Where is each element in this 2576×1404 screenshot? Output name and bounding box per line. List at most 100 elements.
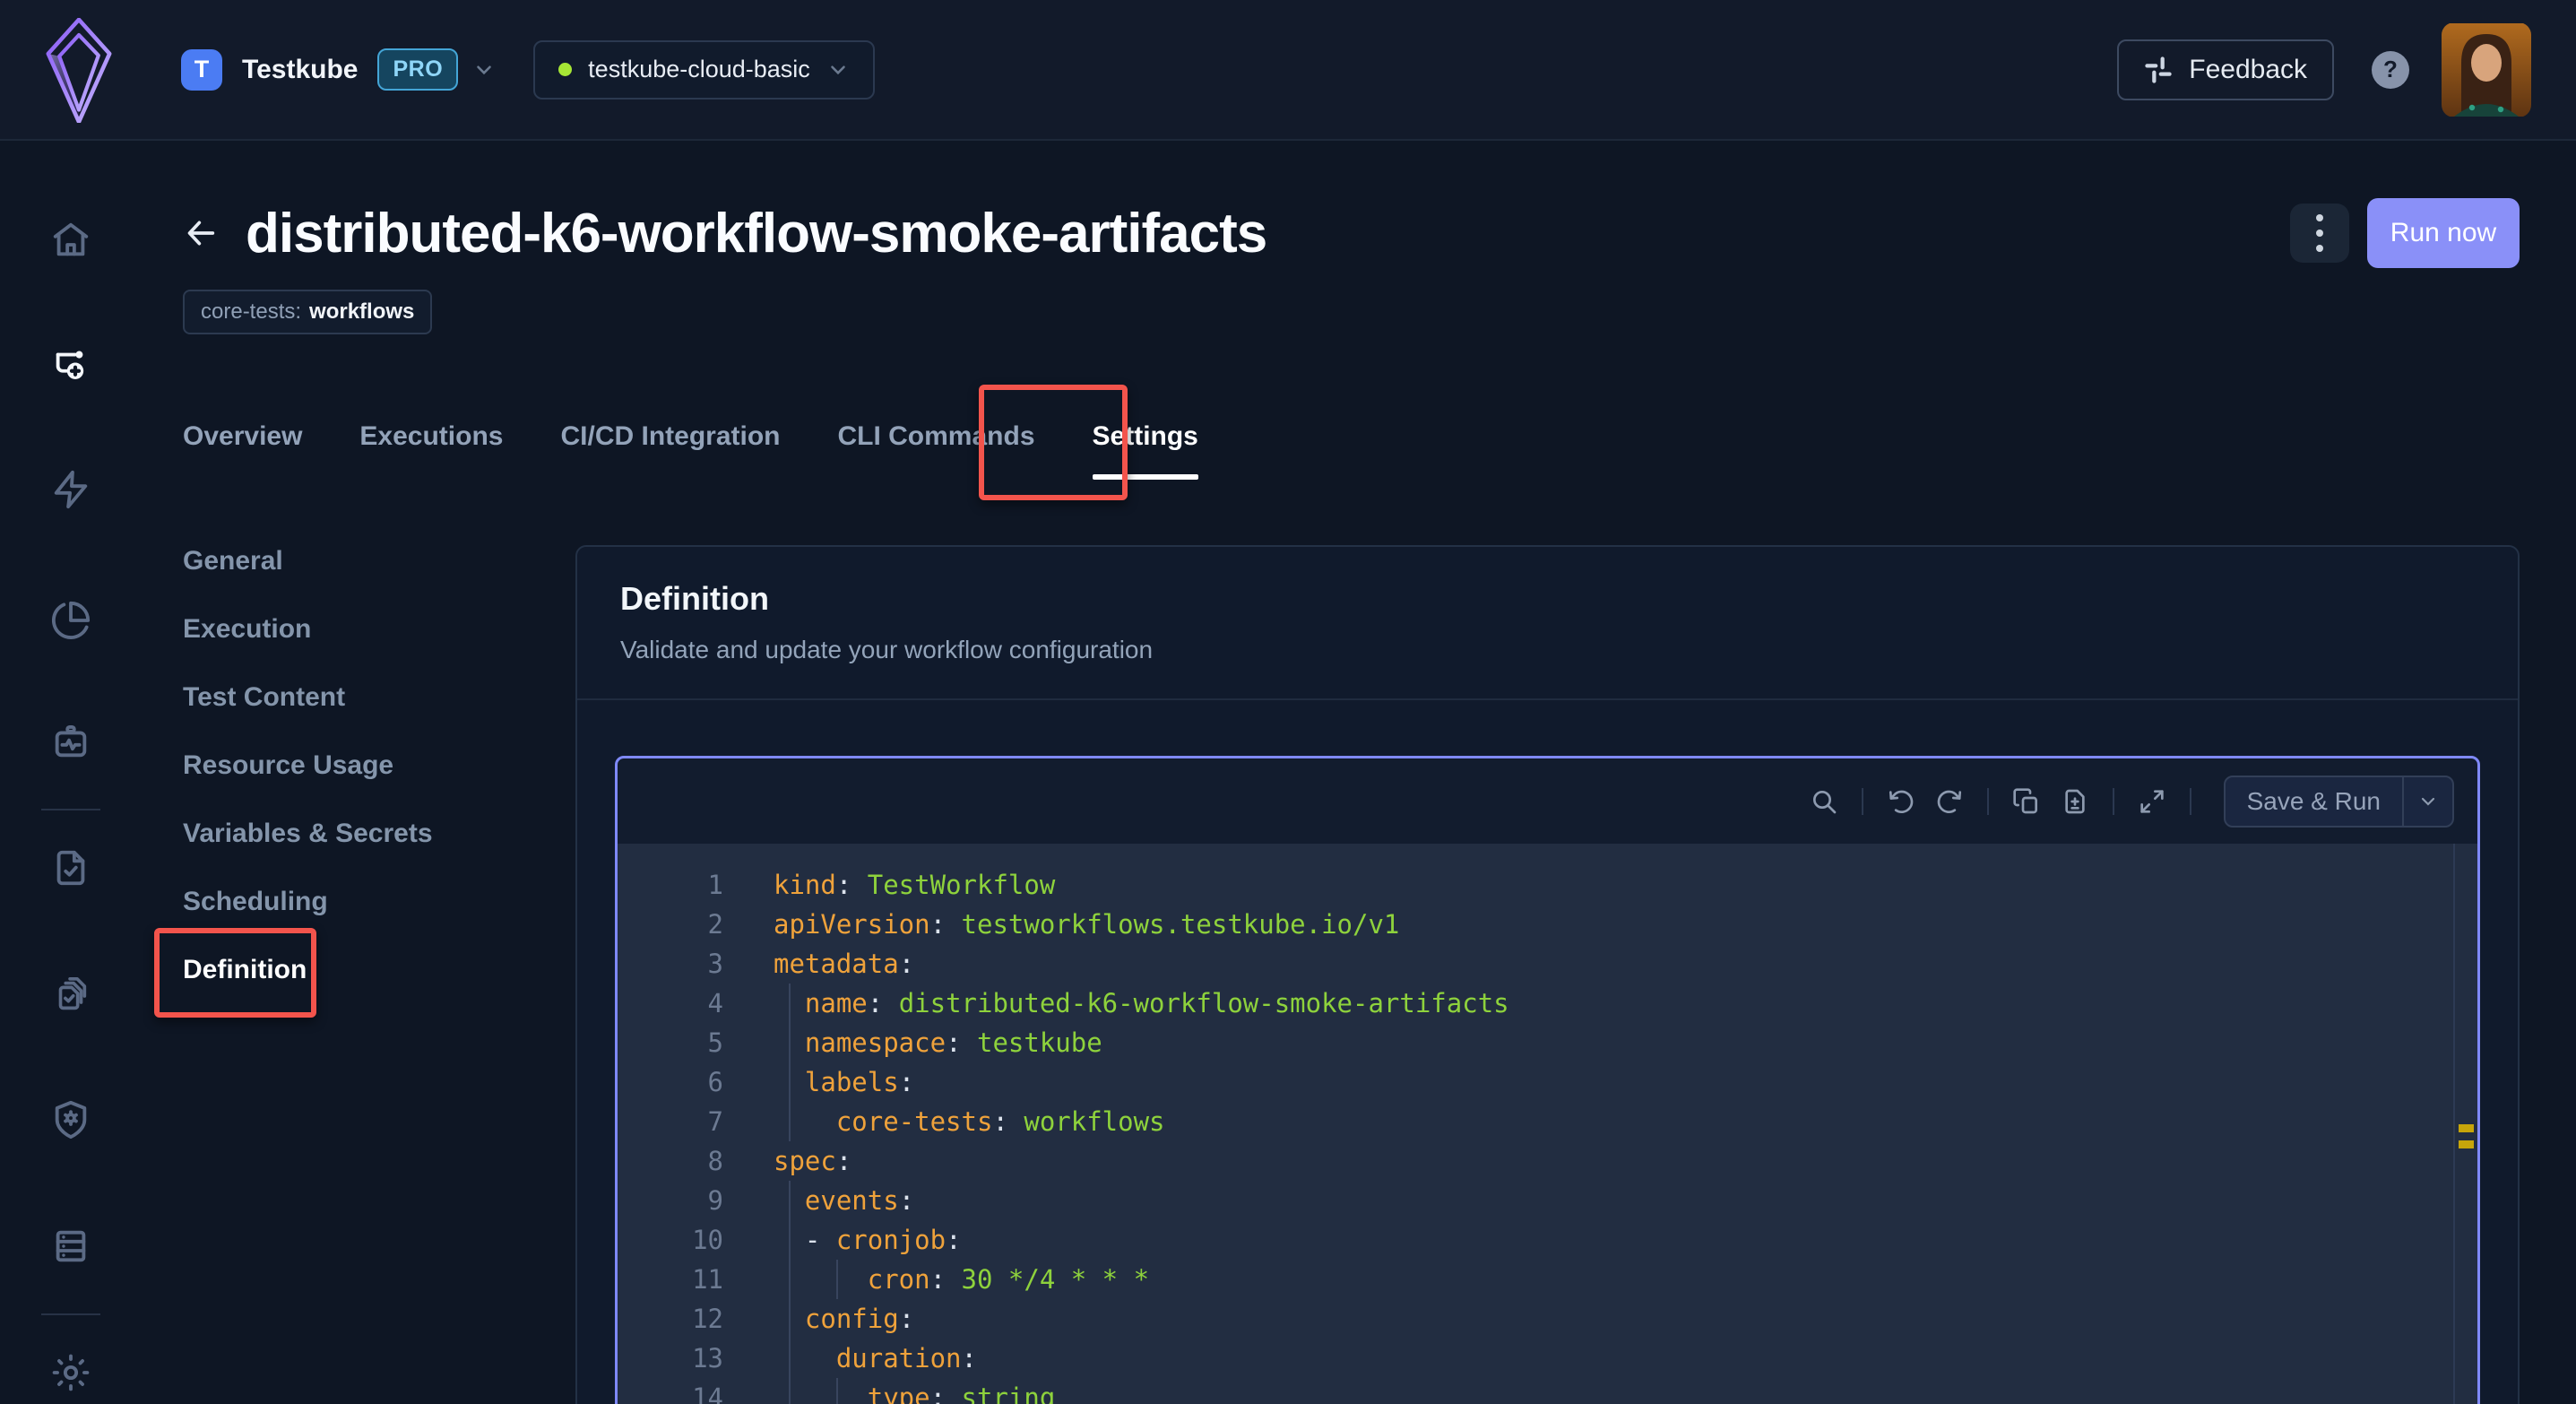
definition-card-header: Definition Validate and update your work…: [577, 547, 2518, 700]
definition-card: Definition Validate and update your work…: [575, 545, 2520, 1404]
kebab-menu-icon: [2316, 214, 2323, 221]
chevron-down-icon: [472, 58, 496, 82]
sidebar-item-runner[interactable]: [50, 721, 91, 762]
subnav-item-general[interactable]: General: [183, 527, 575, 595]
indent-guide: [789, 1220, 791, 1260]
copy-icon[interactable]: [2012, 787, 2041, 816]
sidebar-item-tests[interactable]: [50, 847, 91, 888]
sidebar-item-settings[interactable]: [50, 1352, 91, 1393]
undo-icon[interactable]: [1887, 787, 1915, 816]
labels-row: core-tests: workflows: [183, 290, 2576, 334]
fullscreen-icon[interactable]: [2138, 787, 2166, 816]
sidebar-item-insights[interactable]: [50, 600, 91, 641]
sidebar-item-home[interactable]: [50, 220, 91, 261]
code-line-12: 12 config:: [618, 1299, 2477, 1339]
testkube-app: T Testkube PRO testkube-cloud-basic Feed…: [0, 0, 2576, 1404]
subnav-item-definition[interactable]: Definition: [183, 936, 575, 1004]
line-content: - cronjob:: [723, 1220, 962, 1260]
sidebar-item-services[interactable]: [50, 1226, 91, 1267]
tab-overview[interactable]: Overview: [183, 420, 302, 474]
line-number: 14: [618, 1378, 723, 1404]
code-line-7: 7 core-tests: workflows: [618, 1102, 2477, 1141]
line-content: cron: 30 */4 * * *: [723, 1260, 1149, 1299]
toolbar-divider: [2190, 788, 2191, 815]
sidebar-item-triggers[interactable]: [50, 469, 91, 510]
plan-badge: PRO: [377, 48, 458, 91]
sidebar-item-webhooks[interactable]: [50, 1099, 91, 1140]
title-row: distributed-k6-workflow-smoke-artifacts …: [183, 198, 2520, 268]
indent-guide: [836, 1378, 838, 1404]
monitor-health-icon: [50, 721, 91, 762]
tab-ci-cd-integration[interactable]: CI/CD Integration: [560, 420, 780, 474]
back-button[interactable]: [183, 215, 219, 251]
code-line-5: 5 namespace: testkube: [618, 1023, 2477, 1062]
editor-minimap-scrollbar[interactable]: [2453, 844, 2477, 1404]
line-number: 13: [618, 1339, 723, 1378]
indent-guide: [789, 1260, 791, 1299]
indent-guide: [789, 1023, 791, 1062]
yaml-editor: Save & Run 1kind: TestWorkflow2apiVersio…: [615, 756, 2480, 1404]
search-icon[interactable]: [1810, 787, 1838, 816]
environment-selector[interactable]: testkube-cloud-basic: [533, 40, 875, 100]
tabs: Overview Executions CI/CD Integration CLI C…: [183, 420, 2576, 474]
indent-guide: [789, 1062, 791, 1102]
line-content: duration:: [723, 1339, 977, 1378]
line-number: 2: [618, 905, 723, 944]
sidebar-item-test-suites[interactable]: [50, 975, 91, 1016]
tab-settings[interactable]: Settings: [1093, 420, 1198, 474]
settings-subnav: GeneralExecutionTest ContentResource Usa…: [141, 527, 575, 1004]
line-content: name: distributed-k6-workflow-smoke-arti…: [723, 984, 1509, 1023]
more-actions-button[interactable]: [2290, 204, 2349, 263]
env-name: testkube-cloud-basic: [588, 56, 810, 83]
indent-guide: [789, 1181, 791, 1220]
code-line-14: 14 type: string: [618, 1378, 2477, 1404]
editor-toolbar: Save & Run: [618, 758, 2477, 844]
line-number: 10: [618, 1220, 723, 1260]
code-line-4: 4 name: distributed-k6-workflow-smoke-ar…: [618, 984, 2477, 1023]
save-and-run-button[interactable]: Save & Run: [2224, 776, 2454, 828]
line-number: 9: [618, 1181, 723, 1220]
tab-cli-commands[interactable]: CLI Commands: [837, 420, 1034, 474]
toolbar-divider: [1862, 788, 1863, 815]
subnav-item-resource-usage[interactable]: Resource Usage: [183, 732, 575, 800]
sidebar-divider: [41, 1313, 100, 1315]
line-content: labels:: [723, 1062, 914, 1102]
subnav-item-execution[interactable]: Execution: [183, 595, 575, 663]
card-title: Definition: [620, 583, 2475, 615]
indent-guide: [789, 1299, 791, 1339]
subnav-item-variables-secrets[interactable]: Variables & Secrets: [183, 800, 575, 868]
code-line-11: 11 cron: 30 */4 * * *: [618, 1260, 2477, 1299]
line-content: apiVersion: testworkflows.testkube.io/v1: [723, 905, 1399, 944]
indent-guide: [789, 1102, 791, 1141]
redo-icon[interactable]: [1935, 787, 1964, 816]
tab-executions[interactable]: Executions: [359, 420, 503, 474]
subnav-item-scheduling[interactable]: Scheduling: [183, 868, 575, 936]
label-value: workflows: [309, 299, 414, 325]
testkube-logo-icon[interactable]: [45, 18, 113, 122]
server-rack-icon: [50, 1226, 91, 1267]
line-number: 4: [618, 984, 723, 1023]
code-line-1: 1kind: TestWorkflow: [618, 865, 2477, 905]
help-button[interactable]: ?: [2372, 51, 2409, 89]
feedback-button[interactable]: Feedback: [2117, 39, 2334, 100]
env-status-dot: [558, 63, 572, 76]
indent-guide: [789, 1378, 791, 1404]
line-content: metadata:: [723, 944, 914, 984]
line-number: 1: [618, 865, 723, 905]
settings-layout: GeneralExecutionTest ContentResource Usa…: [141, 527, 2576, 1404]
line-content: kind: TestWorkflow: [723, 865, 1055, 905]
user-avatar[interactable]: [2442, 22, 2531, 117]
org-switcher[interactable]: T Testkube PRO: [181, 48, 496, 91]
code-editor[interactable]: 1kind: TestWorkflow2apiVersion: testwork…: [618, 844, 2477, 1404]
line-content: events:: [723, 1181, 914, 1220]
subnav-item-test-content[interactable]: Test Content: [183, 663, 575, 732]
sidebar-item-test-workflows[interactable]: [50, 345, 91, 386]
chevron-down-icon[interactable]: [2404, 791, 2452, 812]
pie-chart-icon: [50, 600, 91, 641]
run-now-button[interactable]: Run now: [2367, 198, 2520, 268]
workflow-label-badge: core-tests: workflows: [183, 290, 432, 334]
lightning-icon: [50, 469, 91, 510]
feedback-label: Feedback: [2189, 55, 2307, 85]
chevron-down-icon: [826, 58, 850, 82]
file-diff-icon[interactable]: [2061, 787, 2089, 816]
